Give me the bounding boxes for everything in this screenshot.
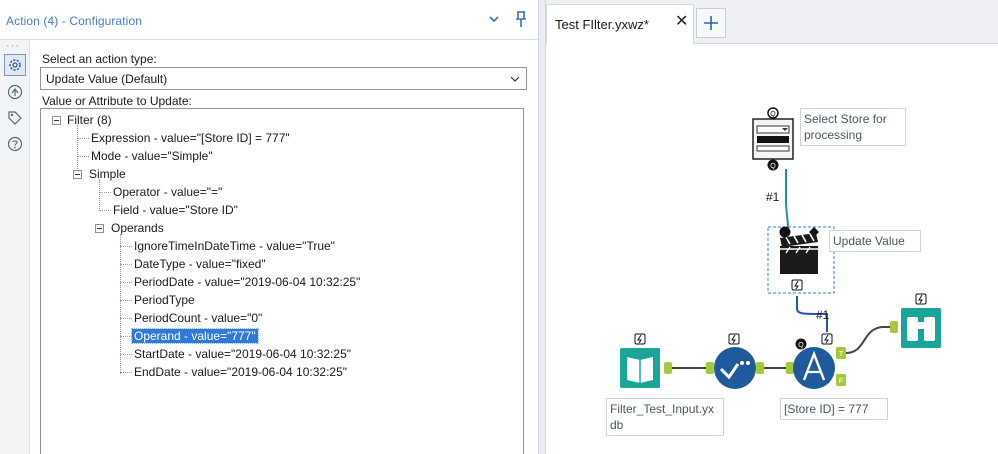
tree-node-operands[interactable]: Operands bbox=[109, 220, 166, 237]
tool-rail: ··· bbox=[0, 40, 30, 454]
chevron-down-icon bbox=[510, 76, 520, 82]
true-anchor: T bbox=[839, 351, 844, 358]
dropdown-node-label: Select Store for processing bbox=[800, 108, 906, 146]
tree-node-filter[interactable]: Filter (8) bbox=[65, 112, 114, 129]
workflow-canvas[interactable]: Q Q Q T F #1 #1 Select Store for process… bbox=[546, 44, 998, 454]
tree-node-startdate[interactable]: StartDate - value="2019-06-04 10:32:25" bbox=[132, 346, 353, 363]
help-icon[interactable] bbox=[4, 133, 26, 155]
attribute-tree: Filter (8) Expression - value="[Store ID… bbox=[40, 108, 524, 454]
tree-collapse-toggle[interactable] bbox=[73, 170, 82, 179]
select-tool-node[interactable] bbox=[706, 333, 764, 389]
close-icon[interactable]: ✕ bbox=[675, 14, 689, 30]
value-attribute-label: Value or Attribute to Update: bbox=[42, 94, 192, 108]
document-tabbar: Test FIlter.yxwz* ✕ bbox=[546, 0, 998, 44]
input-node-label: Filter_Test_Input.yxdb bbox=[606, 398, 724, 436]
chevron-down-icon[interactable] bbox=[488, 13, 500, 25]
workflow-canvas-pane: Test FIlter.yxwz* ✕ Q Q Q T F #1 #1 Sele… bbox=[546, 0, 998, 454]
tree-node-datetype[interactable]: DateType - value="fixed" bbox=[132, 256, 268, 273]
action-node-label: Update Value bbox=[829, 230, 921, 252]
tree-node-mode[interactable]: Mode - value="Simple" bbox=[89, 148, 215, 165]
configuration-title: Action (4) - Configuration bbox=[6, 14, 142, 28]
filter-node-label: [Store ID] = 777 bbox=[780, 398, 888, 420]
action-type-select[interactable]: Update Value (Default) bbox=[40, 67, 527, 90]
connection-icon[interactable] bbox=[4, 81, 26, 103]
question-anchor: Q bbox=[770, 111, 776, 118]
pin-icon[interactable] bbox=[513, 10, 529, 28]
connection-label: #1 bbox=[766, 190, 780, 204]
filter-tool-node[interactable]: Q T F bbox=[786, 333, 846, 389]
tree-node-expression[interactable]: Expression - value="[Store ID] = 777" bbox=[89, 130, 292, 147]
tree-node-periodtype[interactable]: PeriodType bbox=[132, 292, 197, 309]
action-type-label: Select an action type: bbox=[42, 52, 157, 66]
connection-line[interactable] bbox=[785, 169, 789, 230]
tree-node-operand-selected[interactable]: Operand - value="777" bbox=[131, 328, 259, 345]
tag-icon[interactable] bbox=[4, 107, 26, 129]
tree-node-ignoretime[interactable]: IgnoreTimeInDateTime - value="True" bbox=[132, 238, 337, 255]
gear-icon[interactable] bbox=[4, 54, 26, 76]
browse-tool-node[interactable] bbox=[890, 293, 941, 348]
tab-label: Test FIlter.yxwz* bbox=[555, 17, 649, 32]
tree-node-operator[interactable]: Operator - value="=" bbox=[111, 184, 224, 201]
tree-node-periodcount[interactable]: PeriodCount - value="0" bbox=[132, 310, 264, 327]
more-dots-icon: ··· bbox=[6, 40, 20, 52]
plus-icon bbox=[704, 16, 718, 30]
dropdown-tool-node[interactable]: Q Q bbox=[752, 107, 794, 171]
question-anchor: Q bbox=[770, 163, 776, 170]
tree-collapse-toggle[interactable] bbox=[52, 116, 61, 125]
tree-collapse-toggle[interactable] bbox=[95, 224, 104, 233]
configuration-header: Action (4) - Configuration bbox=[0, 0, 538, 40]
tree-node-field[interactable]: Field - value="Store ID" bbox=[111, 202, 240, 219]
configuration-panel: Action (4) - Configuration ··· Select an… bbox=[0, 0, 538, 454]
input-data-tool-node[interactable] bbox=[620, 333, 672, 388]
action-type-value: Update Value (Default) bbox=[46, 72, 168, 86]
connection-line[interactable] bbox=[845, 326, 894, 354]
connection-label: #1 bbox=[816, 308, 830, 322]
false-anchor: F bbox=[839, 378, 843, 385]
action-tool-node[interactable] bbox=[767, 226, 835, 294]
tree-node-enddate[interactable]: EndDate - value="2019-06-04 10:32:25" bbox=[132, 364, 349, 381]
tree-node-simple[interactable]: Simple bbox=[87, 166, 128, 183]
panel-splitter[interactable] bbox=[538, 0, 546, 454]
question-anchor: Q bbox=[798, 342, 804, 349]
add-tab-button[interactable] bbox=[696, 8, 726, 38]
tree-node-perioddate[interactable]: PeriodDate - value="2019-06-04 10:32:25" bbox=[132, 274, 362, 291]
tab-test-filter[interactable]: Test FIlter.yxwz* ✕ bbox=[546, 4, 694, 44]
